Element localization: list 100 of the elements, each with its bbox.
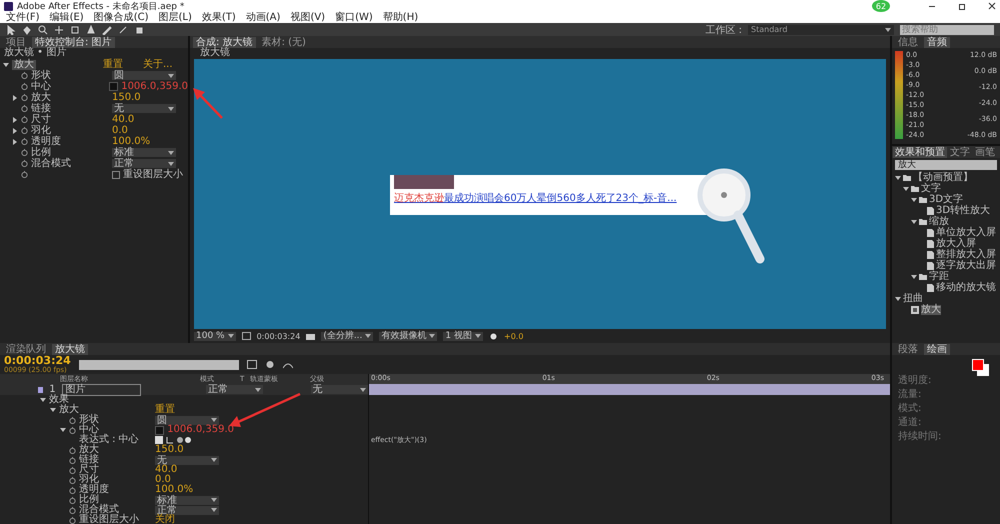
- stopwatch-icon[interactable]: [69, 486, 76, 494]
- selection-tool-icon[interactable]: [6, 24, 16, 34]
- menu-item[interactable]: 文件(F): [6, 12, 40, 22]
- stopwatch-icon[interactable]: [21, 149, 28, 156]
- panel-tab[interactable]: 文字: [948, 146, 972, 158]
- dropdown[interactable]: 标准: [112, 148, 176, 157]
- line-tool-icon[interactable]: [118, 24, 128, 34]
- preset-item[interactable]: 放大入屏: [936, 238, 976, 248]
- panel-tab[interactable]: 段落: [895, 344, 921, 354]
- expanded-arrow-icon[interactable]: [911, 274, 917, 280]
- dropdown[interactable]: 无: [112, 104, 176, 113]
- dropdown[interactable]: 标准: [155, 496, 219, 504]
- panel-tab[interactable]: 效果和预置: [893, 146, 947, 158]
- property-value[interactable]: 150.0: [112, 92, 141, 102]
- panel-tab[interactable]: 特效控制台: 图片: [32, 36, 115, 48]
- collapsed-arrow-icon[interactable]: [12, 128, 18, 134]
- panel-tab[interactable]: 信息: [895, 36, 921, 48]
- label-color[interactable]: [38, 386, 44, 392]
- checkbox[interactable]: [112, 170, 120, 178]
- expanded-arrow-icon[interactable]: [40, 397, 46, 403]
- crosshair-icon[interactable]: [155, 426, 164, 434]
- expression-controls-icon[interactable]: [155, 436, 191, 444]
- stopwatch-icon[interactable]: [69, 476, 76, 484]
- crosshair-icon[interactable]: [109, 82, 118, 91]
- menu-item[interactable]: 窗口(W): [335, 12, 373, 22]
- property-value[interactable]: 100.0%: [155, 485, 194, 495]
- property-value[interactable]: 150.0: [155, 445, 184, 455]
- stopwatch-icon[interactable]: [21, 127, 28, 134]
- stopwatch-icon[interactable]: [69, 416, 76, 424]
- property-value[interactable]: 40.0: [155, 465, 178, 475]
- panel-tab[interactable]: 放大镜: [52, 344, 88, 354]
- stopwatch-icon[interactable]: [21, 160, 28, 167]
- property-value[interactable]: 0.0: [155, 475, 171, 485]
- stopwatch-icon[interactable]: [69, 516, 76, 524]
- preset-item[interactable]: 整排放大入屏: [936, 250, 996, 260]
- stopwatch-icon[interactable]: [21, 94, 28, 101]
- workspace-dropdown[interactable]: Standard: [748, 24, 894, 34]
- reset-link[interactable]: 重置: [103, 60, 123, 70]
- views-dropdown[interactable]: 1 视图: [443, 332, 483, 340]
- menu-item[interactable]: 图像合成(C): [94, 12, 148, 22]
- color-swatches-icon[interactable]: [972, 359, 989, 376]
- panel-tab[interactable]: 合成: 放大镜: [193, 36, 256, 48]
- stopwatch-icon[interactable]: [21, 83, 28, 90]
- menu-item[interactable]: 帮助(H): [382, 12, 418, 22]
- menu-item[interactable]: 图层(L): [158, 12, 192, 22]
- camera-dropdown[interactable]: 有效摄像机: [379, 332, 438, 340]
- effect-name[interactable]: 放大: [12, 60, 36, 70]
- preset-item[interactable]: 扭曲: [903, 294, 923, 304]
- preset-item[interactable]: 3D文字: [929, 194, 964, 204]
- restore-icon[interactable]: [958, 2, 966, 10]
- expanded-arrow-icon[interactable]: [911, 196, 917, 202]
- search-field[interactable]: 放大: [895, 160, 997, 170]
- stopwatch-icon[interactable]: [21, 138, 28, 145]
- dropdown[interactable]: 圆: [112, 71, 176, 80]
- current-time[interactable]: 0:00:03:24: [256, 332, 300, 340]
- menu-item[interactable]: 效果(T): [202, 12, 236, 22]
- stopwatch-icon[interactable]: [69, 426, 76, 434]
- property-value[interactable]: 1006.0,359.0: [121, 82, 188, 92]
- stopwatch-icon[interactable]: [69, 446, 76, 454]
- composition-label[interactable]: 放大镜: [200, 47, 230, 58]
- collapsed-arrow-icon[interactable]: [12, 116, 18, 122]
- expanded-arrow-icon[interactable]: [895, 296, 901, 302]
- stopwatch-icon[interactable]: [69, 496, 76, 504]
- stopwatch-icon[interactable]: [69, 456, 76, 464]
- dropdown[interactable]: 无: [310, 385, 368, 394]
- dropdown[interactable]: 正常: [206, 385, 264, 394]
- panel-tab[interactable]: 渲染队列: [3, 344, 49, 354]
- zoom-tool-icon[interactable]: [38, 24, 48, 34]
- timecode[interactable]: 0:00:03:24: [4, 355, 71, 366]
- preset-item[interactable]: 【动画预置】: [913, 172, 973, 182]
- expanded-arrow-icon[interactable]: [911, 218, 917, 224]
- panel-tab[interactable]: 项目: [3, 36, 29, 48]
- panel-tab[interactable]: 素材: (无): [258, 36, 309, 48]
- expanded-arrow-icon[interactable]: [895, 174, 901, 180]
- search-field[interactable]: [78, 360, 239, 370]
- stopwatch-icon[interactable]: [21, 171, 28, 178]
- reset-link[interactable]: 重置: [155, 405, 175, 415]
- preset-item[interactable]: 放大: [921, 304, 941, 314]
- panel-tab[interactable]: 绘画: [924, 344, 950, 354]
- preset-item[interactable]: 逐字放大出屏: [936, 260, 996, 270]
- property-value[interactable]: 100.0%: [112, 136, 150, 146]
- property-value[interactable]: 关闭: [155, 515, 175, 524]
- dropdown[interactable]: 无: [155, 456, 219, 464]
- layer-name[interactable]: 图片: [62, 384, 141, 396]
- preset-item[interactable]: 3D转性放大: [936, 206, 990, 216]
- resolution-dropdown[interactable]: (全分辨...: [321, 332, 374, 340]
- collapsed-arrow-icon[interactable]: [12, 94, 18, 100]
- stopwatch-icon[interactable]: [21, 116, 28, 123]
- property-value[interactable]: 0.0: [112, 126, 128, 136]
- expanded-arrow-icon[interactable]: [50, 407, 56, 413]
- stopwatch-icon[interactable]: [69, 506, 76, 514]
- menu-item[interactable]: 视图(V): [290, 12, 326, 22]
- preset-item[interactable]: 文字: [921, 184, 941, 194]
- dropdown[interactable]: 正常: [155, 506, 219, 514]
- expanded-arrow-icon[interactable]: [60, 427, 66, 433]
- panel-tab[interactable]: 画笔: [973, 146, 997, 158]
- headline-link[interactable]: 迈克杰克逊最成功演唱会60万人晕倒560多人死了23个_标-音...: [394, 193, 677, 205]
- menu-item[interactable]: 编辑(E): [50, 12, 84, 22]
- preset-item[interactable]: 移动的放大镜: [936, 282, 996, 292]
- close-icon[interactable]: [988, 2, 996, 10]
